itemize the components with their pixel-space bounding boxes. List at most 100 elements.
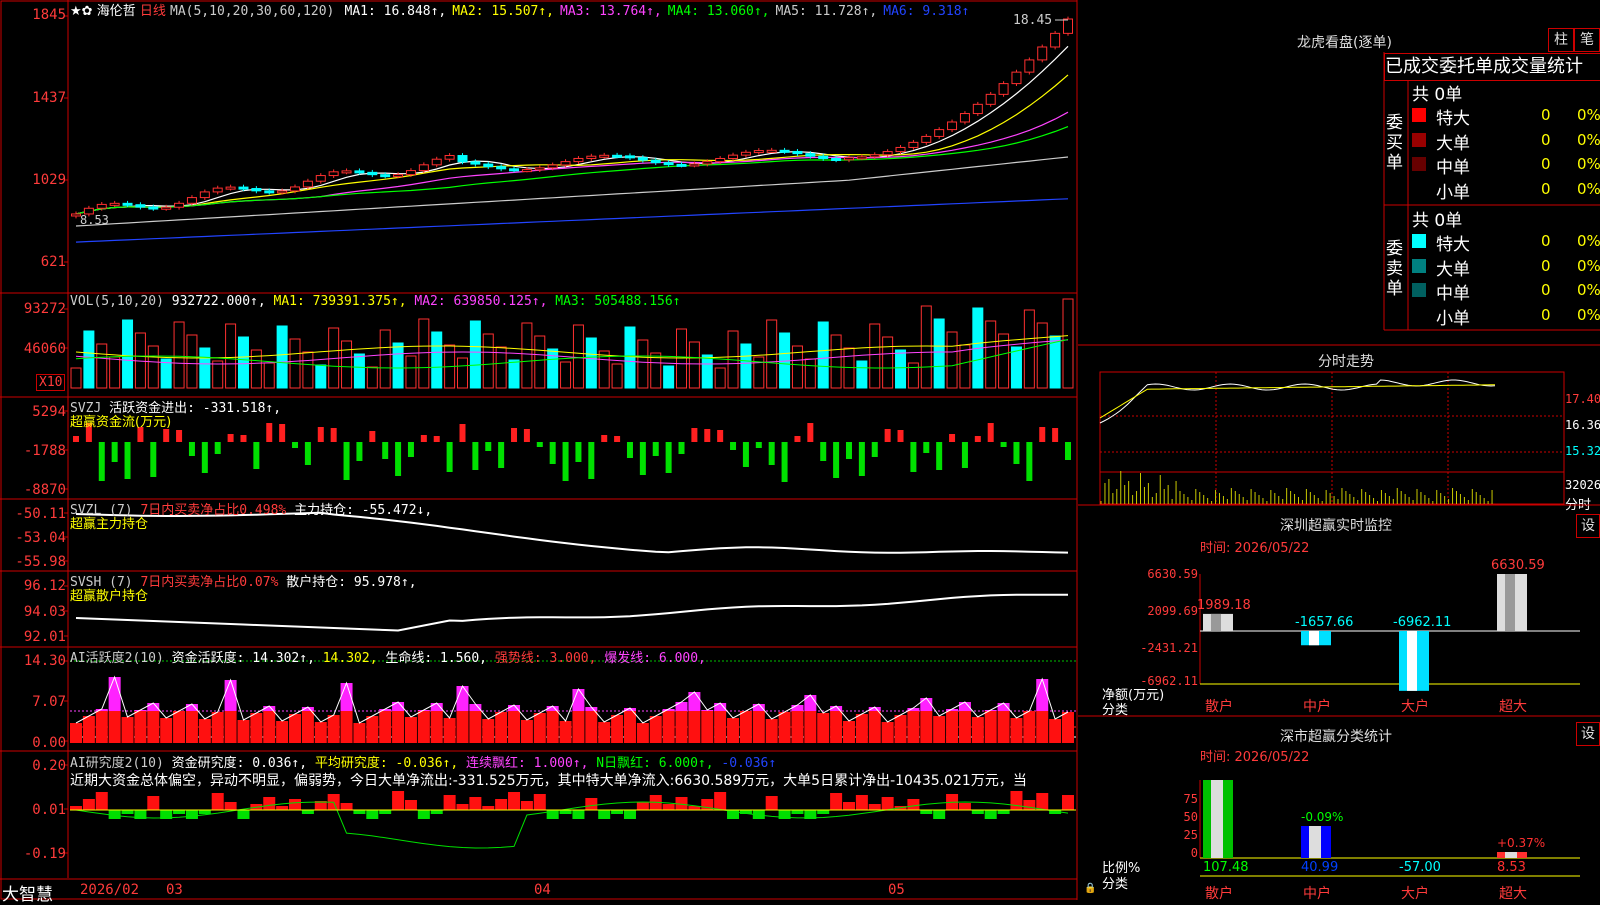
period-label[interactable]: 日线 [140,4,166,19]
candle [109,202,120,206]
volume-bar [83,330,95,389]
research-bar [469,797,482,810]
activity-bar [121,717,134,743]
candle [882,151,893,156]
monitor-category: 散户 [1205,699,1233,715]
volume-bar [804,358,816,389]
activity-bar [185,711,198,743]
candle [457,155,468,163]
monitor-bar [1505,574,1515,631]
volume-bar [225,323,237,389]
research-bar [237,810,250,819]
date-tick: 05 [888,882,905,898]
candle [1063,18,1073,34]
activity-bar [366,716,379,743]
activity-bar [456,711,469,743]
research-bar [379,810,392,814]
class-category: 中户 [1303,886,1331,902]
activity-bar [430,711,443,743]
bar-mode-button[interactable]: 柱 [1548,28,1574,52]
y-tick: 5294 [32,404,66,420]
y-tick: 75 [1183,792,1198,806]
activity-bar [546,711,559,743]
fund-bar [1026,442,1033,481]
fs-y: 16.36 [1565,418,1600,432]
volume-bar [1010,346,1022,389]
research-bar [662,804,675,810]
candle [843,157,854,161]
fund-bar [562,442,569,481]
fund-bar [279,424,286,442]
y-tick: 1845 [32,7,66,23]
activity-bar [82,716,95,743]
y-tick: 2099.69 [1147,604,1198,618]
activity-bar [353,723,366,743]
candle [199,191,210,199]
unit-button[interactable]: X10 [36,374,66,391]
fund-bar [575,442,582,462]
candle [856,156,867,160]
research-bar [404,800,417,810]
sz-monitor-settings-button[interactable]: 设 [1576,514,1600,538]
buy-row-pct: 0% [1577,155,1600,173]
svsh-sub: 超赢散户持仓 [70,589,149,604]
y-tick: 94.03 [23,604,66,620]
research-bar [147,796,160,810]
research-bar [211,793,224,810]
candle [212,187,223,193]
candle [831,157,842,161]
ai2-header: AI研究度2(10) 资金研究度: 0.036↑, 平均研究度: -0.036↑… [70,756,777,771]
class-bar [1203,780,1233,858]
volume-bar [147,345,159,389]
research-bar [301,810,314,814]
research-bar [598,810,611,819]
sell-row-pct: 0% [1577,305,1600,324]
research-bar [855,795,868,810]
activity-bar [1023,711,1036,743]
fund-bar [871,442,878,457]
tick-mode-button[interactable]: 笔 [1574,28,1600,52]
date-tick: 04 [534,882,551,898]
activity-bar [791,711,804,743]
research-bar [417,810,430,819]
candle [740,151,751,156]
fund-bar [1052,428,1059,442]
activity-bar [224,680,237,711]
activity-bar [727,718,740,743]
activity-bar [533,713,546,743]
stock-name[interactable]: 海伦哲 [97,4,136,19]
activity-bar [585,711,598,743]
volume-bar [456,357,468,389]
candle [534,167,545,171]
class-bar-value: 8.53 [1497,860,1526,875]
stats-tabs[interactable]: 已成交委托单成交量统计 [1384,53,1600,81]
activity-bar [611,715,624,743]
candle [547,164,558,169]
activity-bar [327,715,340,743]
fund-bar [420,435,427,442]
y-tick: 0.20 [32,758,66,774]
svzl-sub: 超赢主力持仓 [70,517,149,532]
fund-bar [910,442,917,472]
fund-bar [781,442,788,482]
sz-class-settings-button[interactable]: 设 [1576,722,1600,746]
fund-bar [588,442,595,479]
candle [715,157,726,163]
fund-bar [1039,427,1046,442]
research-bar [623,810,636,819]
fund-bar [923,442,930,453]
research-bar [1023,800,1036,810]
low-label: 8.53 [80,213,109,227]
candle [624,155,635,159]
volume-bar [109,356,121,389]
candle [483,163,494,168]
fund-bar [214,442,221,454]
activity-bar [817,713,830,743]
sell-row-name: 特大 [1436,235,1470,255]
activity-bar [804,711,817,743]
activity-bar [933,716,946,743]
activity-bar [881,722,894,743]
volume-bar [611,363,623,389]
fund-bar [317,427,324,442]
activity-bar [688,711,701,743]
